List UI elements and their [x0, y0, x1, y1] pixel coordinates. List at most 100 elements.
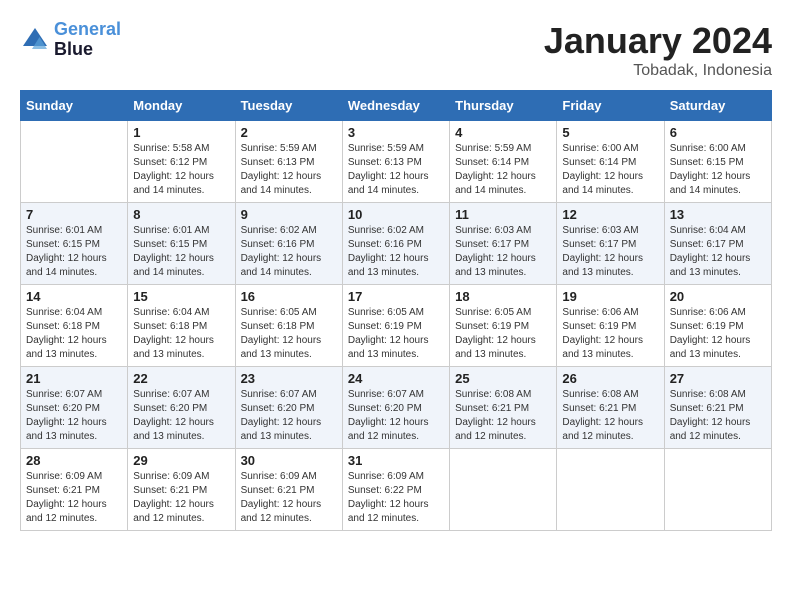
calendar-cell: 5 Sunrise: 6:00 AMSunset: 6:14 PMDaylight… — [557, 121, 664, 203]
day-number: 2 — [241, 125, 337, 140]
title-block: January 2024 Tobadak, Indonesia — [544, 20, 772, 80]
calendar-cell: 20 Sunrise: 6:06 AMSunset: 6:19 PMDayligh… — [664, 285, 771, 367]
day-info: Sunrise: 6:02 AMSunset: 6:16 PMDaylight:… — [241, 224, 337, 280]
location: Tobadak, Indonesia — [544, 62, 772, 80]
calendar-cell — [450, 449, 557, 531]
day-number: 11 — [455, 207, 551, 222]
day-number: 18 — [455, 289, 551, 304]
day-info: Sunrise: 6:09 AMSunset: 6:21 PMDaylight:… — [133, 470, 229, 526]
calendar-cell: 21Sunrise: 6:07 AMSunset: 6:20 PMDayligh… — [21, 367, 128, 449]
day-info: Sunrise: 6:07 AMSunset: 6:20 PMDaylight:… — [133, 388, 229, 444]
calendar-cell: 8 Sunrise: 6:01 AMSunset: 6:15 PMDaylight… — [128, 203, 235, 285]
calendar-cell: 29 Sunrise: 6:09 AMSunset: 6:21 PMDayligh… — [128, 449, 235, 531]
day-number: 1 — [133, 125, 229, 140]
day-number: 26 — [562, 371, 658, 386]
day-number: 22 — [133, 371, 229, 386]
day-info: Sunrise: 6:09 AMSunset: 6:21 PMDaylight:… — [26, 470, 122, 526]
day-info: Sunrise: 6:08 AMSunset: 6:21 PMDaylight:… — [455, 388, 551, 444]
day-number: 6 — [670, 125, 766, 140]
calendar-cell: 6 Sunrise: 6:00 AMSunset: 6:15 PMDaylight… — [664, 121, 771, 203]
day-info: Sunrise: 6:06 AMSunset: 6:19 PMDaylight:… — [670, 306, 766, 362]
day-info: Sunrise: 6:07 AMSunset: 6:20 PMDaylight:… — [348, 388, 444, 444]
day-number: 19 — [562, 289, 658, 304]
calendar-cell: 7Sunrise: 6:01 AMSunset: 6:15 PMDaylight… — [21, 203, 128, 285]
day-number: 3 — [348, 125, 444, 140]
calendar-week-5: 28Sunrise: 6:09 AMSunset: 6:21 PMDayligh… — [21, 449, 772, 531]
logo: General Blue — [20, 20, 121, 60]
calendar-cell: 18 Sunrise: 6:05 AMSunset: 6:19 PMDayligh… — [450, 285, 557, 367]
day-number: 5 — [562, 125, 658, 140]
calendar-cell: 9 Sunrise: 6:02 AMSunset: 6:16 PMDaylight… — [235, 203, 342, 285]
weekday-header-thursday: Thursday — [450, 91, 557, 121]
calendar-cell: 14Sunrise: 6:04 AMSunset: 6:18 PMDayligh… — [21, 285, 128, 367]
calendar-cell — [664, 449, 771, 531]
day-info: Sunrise: 6:09 AMSunset: 6:22 PMDaylight:… — [348, 470, 444, 526]
calendar-cell: 1 Sunrise: 5:58 AMSunset: 6:12 PMDaylight… — [128, 121, 235, 203]
day-info: Sunrise: 6:09 AMSunset: 6:21 PMDaylight:… — [241, 470, 337, 526]
day-info: Sunrise: 6:07 AMSunset: 6:20 PMDaylight:… — [26, 388, 122, 444]
day-info: Sunrise: 6:08 AMSunset: 6:21 PMDaylight:… — [562, 388, 658, 444]
day-info: Sunrise: 6:06 AMSunset: 6:19 PMDaylight:… — [562, 306, 658, 362]
day-info: Sunrise: 6:01 AMSunset: 6:15 PMDaylight:… — [133, 224, 229, 280]
calendar-cell: 31 Sunrise: 6:09 AMSunset: 6:22 PMDayligh… — [342, 449, 449, 531]
calendar-week-3: 14Sunrise: 6:04 AMSunset: 6:18 PMDayligh… — [21, 285, 772, 367]
calendar-cell: 2 Sunrise: 5:59 AMSunset: 6:13 PMDaylight… — [235, 121, 342, 203]
calendar-cell: 15Sunrise: 6:04 AMSunset: 6:18 PMDayligh… — [128, 285, 235, 367]
day-number: 27 — [670, 371, 766, 386]
day-info: Sunrise: 6:08 AMSunset: 6:21 PMDaylight:… — [670, 388, 766, 444]
day-info: Sunrise: 6:00 AMSunset: 6:15 PMDaylight:… — [670, 142, 766, 198]
day-number: 10 — [348, 207, 444, 222]
day-number: 25 — [455, 371, 551, 386]
logo-text: General Blue — [54, 20, 121, 60]
calendar-cell: 25 Sunrise: 6:08 AMSunset: 6:21 PMDayligh… — [450, 367, 557, 449]
day-info: Sunrise: 6:00 AMSunset: 6:14 PMDaylight:… — [562, 142, 658, 198]
calendar-week-2: 7 Sunrise: 6:01 AMSunset: 6:15 PMDaylight… — [21, 203, 772, 285]
calendar-cell — [557, 449, 664, 531]
day-number: 9 — [241, 207, 337, 222]
calendar-cell: 26 Sunrise: 6:08 AMSunset: 6:21 PMDayligh… — [557, 367, 664, 449]
calendar-week-4: 21Sunrise: 6:07 AMSunset: 6:20 PMDayligh… — [21, 367, 772, 449]
calendar-table: SundayMondayTuesdayWednesdayThursdayFrid… — [20, 90, 772, 531]
day-info: Sunrise: 5:59 AMSunset: 6:14 PMDaylight:… — [455, 142, 551, 198]
calendar-cell: 12Sunrise: 6:03 AMSunset: 6:17 PMDayligh… — [557, 203, 664, 285]
day-info: Sunrise: 6:02 AMSunset: 6:16 PMDaylight:… — [348, 224, 444, 280]
calendar-cell: 24 Sunrise: 6:07 AMSunset: 6:20 PMDayligh… — [342, 367, 449, 449]
day-number: 12 — [562, 207, 658, 222]
calendar-header: SundayMondayTuesdayWednesdayThursdayFrid… — [21, 91, 772, 121]
day-info: Sunrise: 6:04 AMSunset: 6:17 PMDaylight:… — [670, 224, 766, 280]
calendar-cell: 3 Sunrise: 5:59 AMSunset: 6:13 PMDaylight… — [342, 121, 449, 203]
day-number: 29 — [133, 453, 229, 468]
day-info: Sunrise: 5:59 AMSunset: 6:13 PMDaylight:… — [348, 142, 444, 198]
day-info: Sunrise: 6:05 AMSunset: 6:18 PMDaylight:… — [241, 306, 337, 362]
day-number: 24 — [348, 371, 444, 386]
day-info: Sunrise: 6:05 AMSunset: 6:19 PMDaylight:… — [455, 306, 551, 362]
day-number: 4 — [455, 125, 551, 140]
weekday-header-friday: Friday — [557, 91, 664, 121]
day-info: Sunrise: 6:03 AMSunset: 6:17 PMDaylight:… — [455, 224, 551, 280]
calendar-cell: 30 Sunrise: 6:09 AMSunset: 6:21 PMDayligh… — [235, 449, 342, 531]
day-info: Sunrise: 5:58 AMSunset: 6:12 PMDaylight:… — [133, 142, 229, 198]
calendar-cell: 4 Sunrise: 5:59 AMSunset: 6:14 PMDaylight… — [450, 121, 557, 203]
calendar-cell: 23Sunrise: 6:07 AMSunset: 6:20 PMDayligh… — [235, 367, 342, 449]
day-number: 30 — [241, 453, 337, 468]
day-number: 14 — [26, 289, 122, 304]
weekday-header-tuesday: Tuesday — [235, 91, 342, 121]
day-number: 15 — [133, 289, 229, 304]
calendar-cell: 17 Sunrise: 6:05 AMSunset: 6:19 PMDayligh… — [342, 285, 449, 367]
weekday-header-monday: Monday — [128, 91, 235, 121]
day-number: 8 — [133, 207, 229, 222]
day-number: 16 — [241, 289, 337, 304]
day-info: Sunrise: 6:05 AMSunset: 6:19 PMDaylight:… — [348, 306, 444, 362]
calendar-cell: 11 Sunrise: 6:03 AMSunset: 6:17 PMDayligh… — [450, 203, 557, 285]
weekday-header-sunday: Sunday — [21, 91, 128, 121]
day-info: Sunrise: 5:59 AMSunset: 6:13 PMDaylight:… — [241, 142, 337, 198]
day-info: Sunrise: 6:07 AMSunset: 6:20 PMDaylight:… — [241, 388, 337, 444]
calendar-body: 1 Sunrise: 5:58 AMSunset: 6:12 PMDaylight… — [21, 121, 772, 531]
calendar-cell: 10 Sunrise: 6:02 AMSunset: 6:16 PMDayligh… — [342, 203, 449, 285]
day-number: 7 — [26, 207, 122, 222]
day-number: 31 — [348, 453, 444, 468]
day-number: 20 — [670, 289, 766, 304]
day-number: 17 — [348, 289, 444, 304]
calendar-cell: 13Sunrise: 6:04 AMSunset: 6:17 PMDayligh… — [664, 203, 771, 285]
weekday-header-saturday: Saturday — [664, 91, 771, 121]
